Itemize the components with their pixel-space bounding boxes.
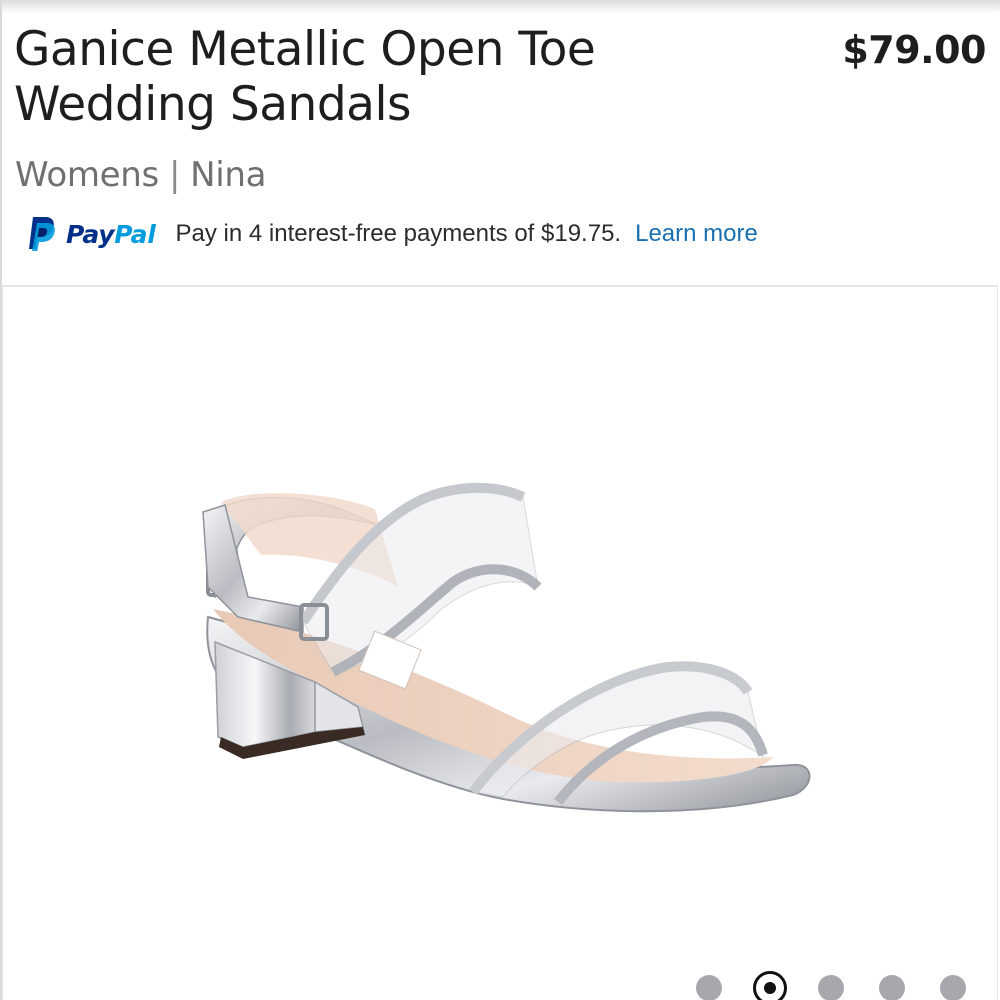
paypal-banner: PayPal Pay in 4 interest-free payments o… — [26, 214, 758, 254]
paypal-word-pay: Pay — [66, 219, 115, 249]
carousel-dot-3[interactable] — [818, 975, 844, 1000]
paypal-message: Pay in 4 interest-free payments of $19.7… — [175, 220, 622, 247]
paypal-wordmark: PayPal — [66, 220, 156, 249]
paypal-logo: PayPal — [26, 215, 156, 253]
carousel-dot-2-active[interactable] — [753, 971, 787, 1000]
meta-separator: | — [168, 155, 181, 195]
carousel-dot-4[interactable] — [879, 975, 905, 1000]
product-brand: Nina — [190, 155, 267, 195]
header-shadow — [0, 0, 1000, 14]
product-category: Womens — [15, 155, 159, 195]
product-page: Ganice Metallic Open Toe Wedding Sandals… — [0, 0, 1000, 1000]
paypal-icon — [26, 215, 56, 253]
product-image[interactable] — [3, 287, 999, 1000]
learn-more-link[interactable]: Learn more — [635, 220, 758, 248]
product-price: $79.00 — [842, 28, 986, 72]
product-meta: Womens | Nina — [15, 155, 266, 195]
carousel-dot-1[interactable] — [696, 975, 722, 1000]
carousel-dot-5[interactable] — [940, 975, 966, 1000]
product-gallery[interactable] — [2, 285, 998, 1000]
paypal-word-pal: Pal — [114, 219, 156, 249]
product-title: Ganice Metallic Open Toe Wedding Sandals — [14, 22, 596, 132]
